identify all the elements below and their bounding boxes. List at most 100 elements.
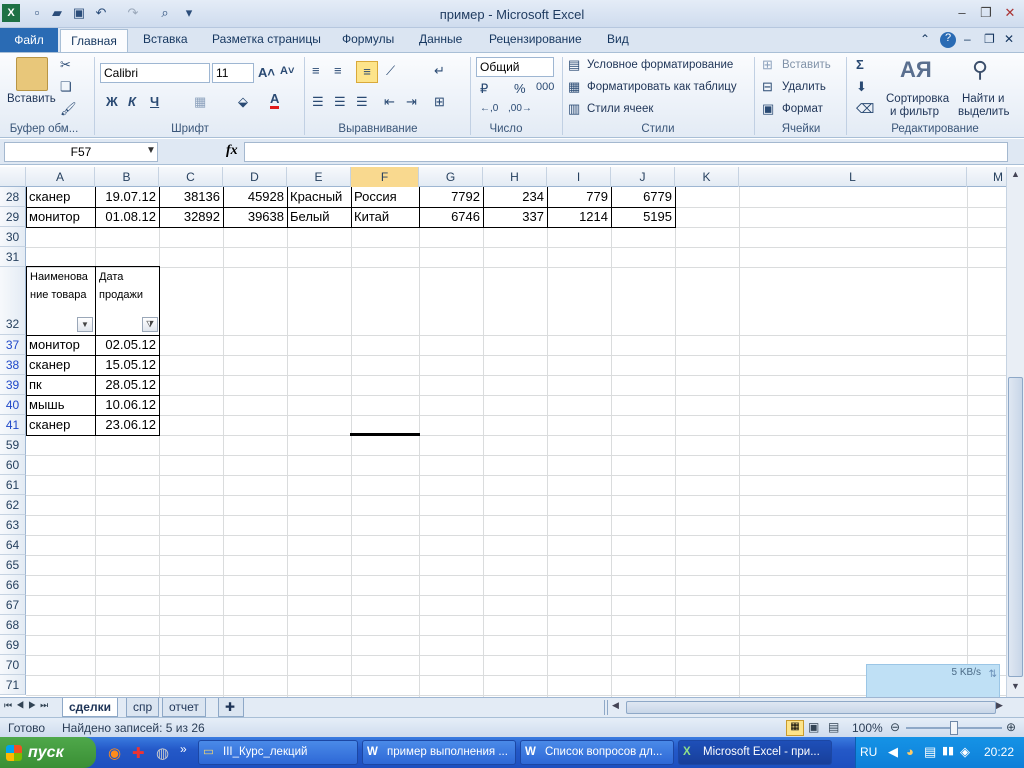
sheet-tab-deals[interactable]: сделки <box>62 698 118 717</box>
column-header-a[interactable]: A <box>26 167 95 187</box>
align-right-icon[interactable]: ☰ <box>356 94 368 110</box>
cell-b38[interactable]: 15.05.12 <box>95 357 159 372</box>
doc-restore-icon[interactable]: ❐ <box>984 32 995 46</box>
tray-arrow-icon[interactable]: ◀ <box>888 744 898 760</box>
cell-a38[interactable]: сканер <box>26 357 95 372</box>
zoom-out-icon[interactable]: ⊖ <box>890 720 900 734</box>
cut-icon[interactable]: ✂ <box>60 57 71 73</box>
firefox-icon[interactable]: ◉ <box>108 744 121 762</box>
tray-battery-icon[interactable]: ▮▮ <box>942 744 954 757</box>
name-box[interactable]: F57 <box>4 142 158 162</box>
cell-b41[interactable]: 23.06.12 <box>95 417 159 432</box>
borders-icon[interactable]: ▦ <box>194 94 206 110</box>
orientation-icon[interactable]: ⟋ <box>386 63 395 79</box>
column-header-j[interactable]: J <box>611 167 675 187</box>
row-header-40[interactable]: 40 <box>0 395 26 415</box>
decrease-decimal-icon[interactable]: ,00→ <box>508 103 532 114</box>
row-header-39[interactable]: 39 <box>0 375 26 395</box>
taskbar-item-word-2[interactable]: W Список вопросов дл... <box>520 740 674 765</box>
cell-styles-icon[interactable]: ▥ <box>568 101 580 117</box>
percent-button[interactable]: % <box>514 81 526 96</box>
delete-cells-button[interactable]: Удалить <box>782 81 826 93</box>
quicklaunch-2-icon[interactable]: ◍ <box>156 744 169 762</box>
row-header-66[interactable]: 66 <box>0 575 26 595</box>
cell-b29[interactable]: 01.08.12 <box>95 209 159 224</box>
taskbar-item-folder[interactable]: ▭ III_Курс_лекций <box>198 740 358 765</box>
column-header-k[interactable]: K <box>675 167 739 187</box>
fill-color-icon[interactable]: ⬙ <box>238 94 248 110</box>
clear-icon[interactable]: ⌫ <box>856 101 874 117</box>
cell-d28[interactable]: 45928 <box>223 189 287 204</box>
thousands-button[interactable]: 000 <box>536 81 554 93</box>
language-indicator[interactable]: RU <box>860 745 877 759</box>
tab-formulas[interactable]: Формулы <box>342 32 394 46</box>
tab-split-handle[interactable] <box>604 700 608 715</box>
cell-a39[interactable]: пк <box>26 377 95 392</box>
format-as-table-icon[interactable]: ▦ <box>568 79 580 95</box>
conditional-format-button[interactable]: Условное форматирование <box>587 59 733 71</box>
doc-close-icon[interactable]: ✕ <box>1004 32 1014 46</box>
insert-cells-icon[interactable]: ⊞ <box>762 57 773 73</box>
format-cells-button[interactable]: Формат <box>782 103 823 115</box>
normal-view-icon[interactable]: ▦ <box>786 720 804 736</box>
fill-icon[interactable]: ⬇ <box>856 79 867 95</box>
cell-a41[interactable]: сканер <box>26 417 95 432</box>
scroll-down-icon[interactable]: ▼ <box>1008 681 1023 695</box>
wrap-text-icon[interactable]: ↵ <box>434 63 445 79</box>
align-center-icon[interactable]: ☰ <box>334 94 346 110</box>
row-header-69[interactable]: 69 <box>0 635 26 655</box>
row-header-59[interactable]: 59 <box>0 435 26 455</box>
sort-filter-icon[interactable]: AЯ <box>900 57 932 83</box>
row-header-62[interactable]: 62 <box>0 495 26 515</box>
cell-b28[interactable]: 19.07.12 <box>95 189 159 204</box>
hscroll-thumb[interactable] <box>626 701 996 714</box>
insert-function-button[interactable]: fx <box>226 143 238 159</box>
quicklaunch-more-icon[interactable]: » <box>180 742 187 756</box>
tab-data[interactable]: Данные <box>419 32 462 46</box>
number-format-select[interactable]: Общий <box>476 57 554 77</box>
cell-h29[interactable]: 337 <box>483 209 547 224</box>
sheet-nav-icons[interactable]: ⏮◀▶⏭ <box>4 700 52 711</box>
increase-decimal-icon[interactable]: ←,0 <box>480 103 498 114</box>
cell-b39[interactable]: 28.05.12 <box>95 377 159 392</box>
find-select-label-2[interactable]: выделить <box>958 106 1010 118</box>
cell-a29[interactable]: монитор <box>26 209 95 224</box>
cell-styles-button[interactable]: Стили ячеек <box>587 103 653 115</box>
font-size-select[interactable]: 11 <box>212 63 254 83</box>
row-header-28[interactable]: 28 <box>0 187 26 207</box>
cell-e29[interactable]: Белый <box>287 209 351 224</box>
paste-icon[interactable] <box>16 57 48 91</box>
row-header-68[interactable]: 68 <box>0 615 26 635</box>
column-header-l[interactable]: L <box>739 167 967 187</box>
quicklaunch-icon[interactable]: ✚ <box>132 744 145 762</box>
zoom-level[interactable]: 100% <box>852 721 883 735</box>
cell-c28[interactable]: 38136 <box>159 189 223 204</box>
shrink-font-icon[interactable]: A˅ <box>280 65 294 77</box>
find-select-label-1[interactable]: Найти и <box>962 93 1004 105</box>
column-header-g[interactable]: G <box>419 167 483 187</box>
format-as-table-button[interactable]: Форматировать как таблицу <box>587 81 737 93</box>
tab-page-layout[interactable]: Разметка страницы <box>212 32 321 46</box>
currency-icon[interactable]: ₽ <box>480 81 488 97</box>
cell-g29[interactable]: 6746 <box>419 209 483 224</box>
filter-active-b-icon[interactable]: ⧩ <box>142 317 158 332</box>
cell-j29[interactable]: 5195 <box>611 209 675 224</box>
grow-font-icon[interactable]: A˄ <box>258 65 275 80</box>
cell-a40[interactable]: мышь <box>26 397 95 412</box>
column-header-i[interactable]: I <box>547 167 611 187</box>
doc-minimize-icon[interactable]: – <box>964 32 971 46</box>
clock[interactable]: 20:22 <box>984 745 1014 759</box>
merge-cells-icon[interactable]: ⊞ <box>434 94 445 110</box>
column-header-b[interactable]: B <box>95 167 159 187</box>
header-cell-b32-line2[interactable]: продажи <box>96 286 159 304</box>
row-header-71[interactable]: 71 <box>0 675 26 695</box>
cell-j28[interactable]: 6779 <box>611 189 675 204</box>
row-header-30[interactable]: 30 <box>0 227 26 247</box>
filter-dropdown-a-icon[interactable]: ▼ <box>77 317 93 332</box>
row-header-67[interactable]: 67 <box>0 595 26 615</box>
align-left-icon[interactable]: ☰ <box>312 94 324 110</box>
cell-d29[interactable]: 39638 <box>223 209 287 224</box>
cell-e28[interactable]: Красный <box>287 189 351 204</box>
header-cell-a32-line1[interactable]: Наименова <box>27 268 95 286</box>
cell-f28[interactable]: Россия <box>351 189 419 204</box>
